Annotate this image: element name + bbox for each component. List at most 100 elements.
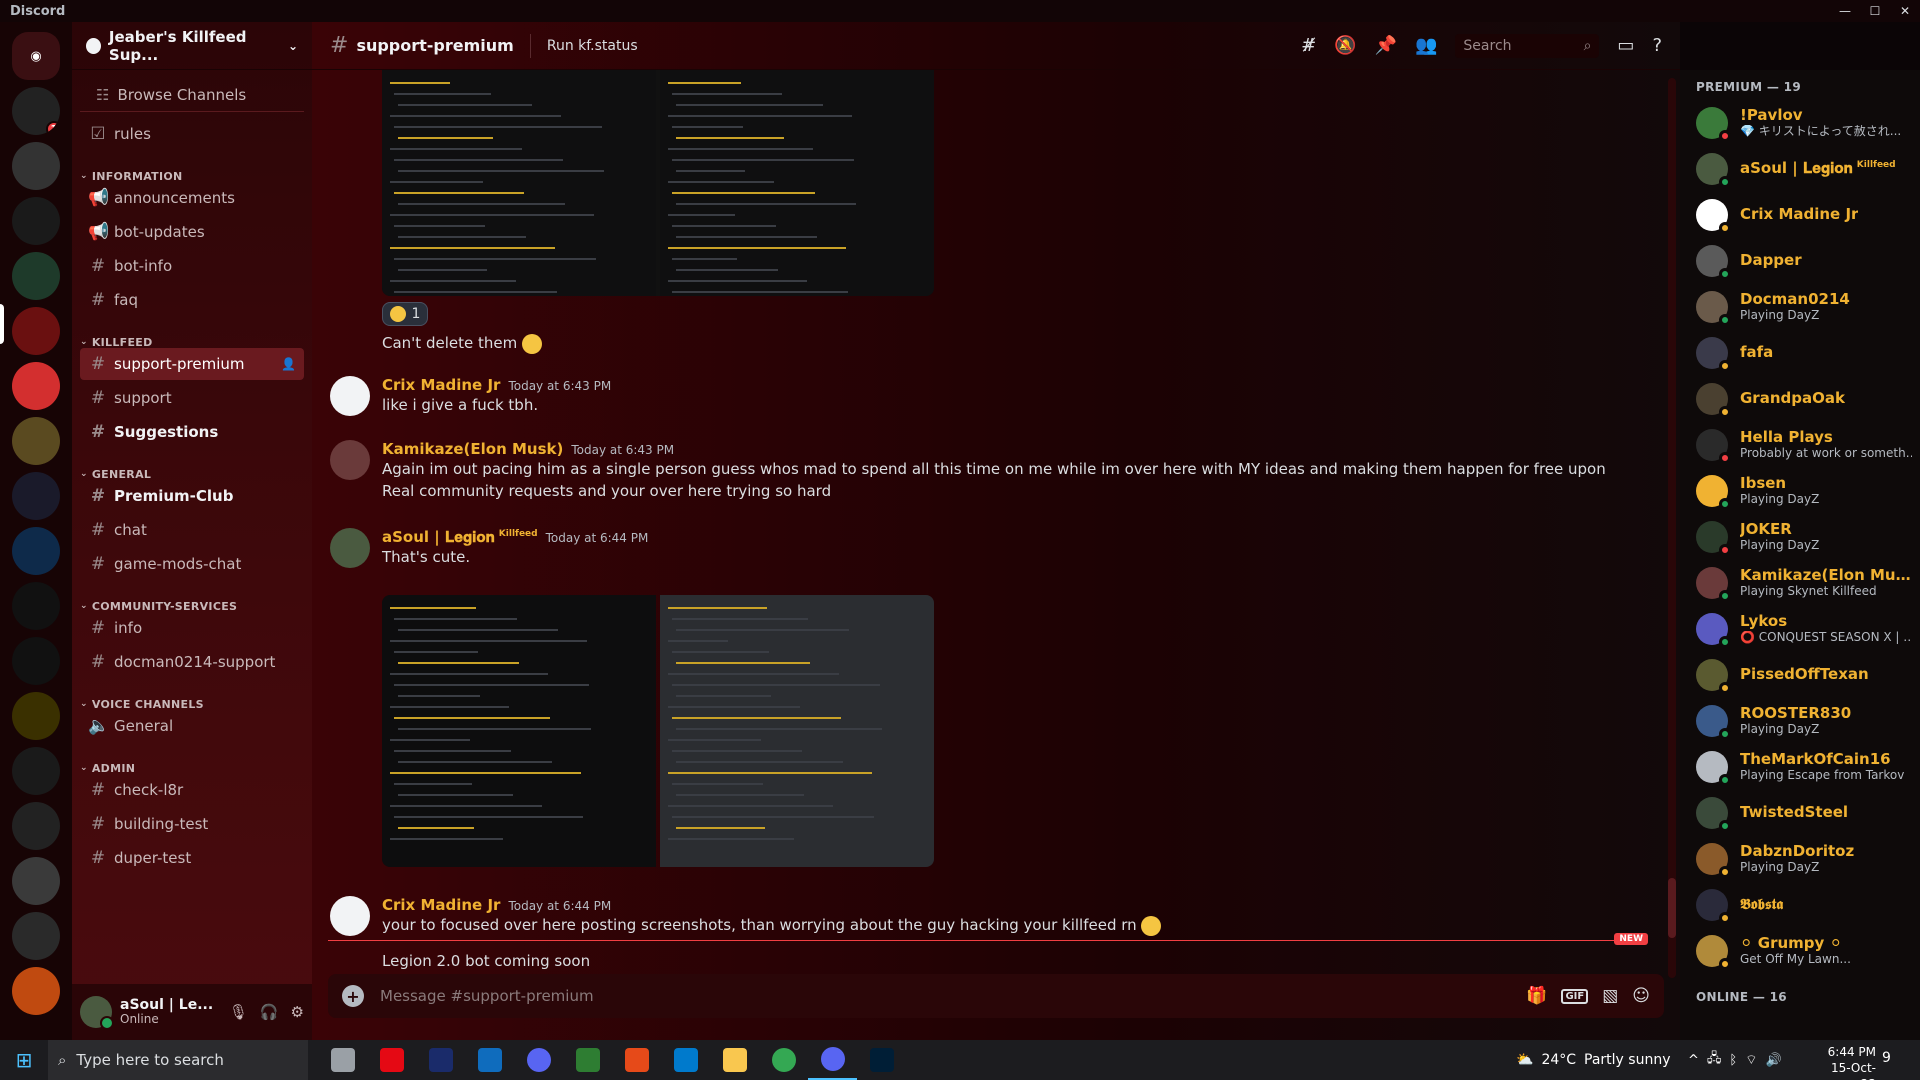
channel-category[interactable]: ⌄ GENERAL (72, 454, 312, 481)
pin-icon[interactable]: 📌 (1375, 35, 1397, 56)
server-icon[interactable] (12, 802, 60, 850)
message-composer[interactable]: + Message #support-premium 🎁 GIF ▧ ☺ (328, 974, 1664, 1018)
scrollbar[interactable] (1668, 78, 1676, 978)
server-icon[interactable] (12, 252, 60, 300)
member-item[interactable]: Docman0214 Playing DayZ (1680, 284, 1920, 330)
channel-item-rules[interactable]: ☑ rules (80, 118, 304, 150)
disney-plus-icon[interactable] (416, 1040, 465, 1080)
invite-member-icon[interactable]: 👤 (281, 357, 296, 371)
bluetooth-icon[interactable]: ᛒ (1729, 1053, 1737, 1068)
member-item[interactable]: TheMarkOfCain16 Playing Escape from Tarko… (1680, 744, 1920, 790)
channel-item-check-l8r[interactable]: # check-l8r (80, 774, 304, 806)
chevron-up-icon[interactable]: ^ (1688, 1053, 1699, 1068)
mute-bell-icon[interactable]: 🔕 (1334, 35, 1356, 56)
member-item[interactable]: Crix Madine Jr (1680, 192, 1920, 238)
member-item[interactable]: Dapper (1680, 238, 1920, 284)
channel-category[interactable]: ⌄ VOICE CHANNELS (72, 684, 312, 711)
channel-category[interactable]: ⌄ COMMUNITY-SERVICES (72, 586, 312, 613)
guild-header[interactable]: Jeaber's Killfeed Sup... ⌄ (72, 22, 312, 70)
hs-app-icon[interactable] (563, 1040, 612, 1080)
channel-item-bot-info[interactable]: # bot-info (80, 250, 304, 282)
message-attachment[interactable] (382, 70, 934, 296)
avatar[interactable] (330, 376, 370, 416)
channel-item-duper-test[interactable]: # duper-test (80, 842, 304, 874)
member-item[interactable]: Kamikaze(Elon Musk) Playing Skynet Killfe… (1680, 560, 1920, 606)
message-author[interactable]: aSoul | 𝐋𝐞𝐠𝐢𝐨𝐧 (382, 528, 495, 546)
gear-icon[interactable]: ⚙ (291, 1003, 304, 1021)
channel-item-docman0214-support[interactable]: # docman0214-support (80, 646, 304, 678)
screenshot-image[interactable] (382, 70, 656, 296)
member-item[interactable]: PissedOffTexan (1680, 652, 1920, 698)
screenshot-image[interactable] (382, 595, 656, 867)
server-icon[interactable] (12, 472, 60, 520)
headphones-icon[interactable]: 🎧 (260, 1003, 279, 1021)
channel-category[interactable]: ⌄ ADMIN (72, 748, 312, 775)
member-item[interactable]: !Pavlov 💎 キリストによって赦され... (1680, 100, 1920, 146)
server-icon[interactable] (12, 417, 60, 465)
member-item[interactable]: ⚪ Grumpy ⚪ Get Off My Lawn... (1680, 928, 1920, 974)
member-item[interactable]: DabznDoritoz Playing DayZ (1680, 836, 1920, 882)
member-item[interactable]: Hella Plays Probably at work or something… (1680, 422, 1920, 468)
screenshot-image[interactable] (660, 70, 934, 296)
chrome-icon[interactable] (759, 1040, 808, 1080)
task-view-icon[interactable] (318, 1040, 367, 1080)
discord-active-icon[interactable] (808, 1040, 857, 1080)
sticker-icon[interactable]: ▧ (1602, 986, 1618, 1006)
server-icon[interactable] (12, 142, 60, 190)
server-icon[interactable] (12, 857, 60, 905)
avatar[interactable] (80, 996, 114, 1030)
avatar[interactable] (330, 440, 370, 480)
volume-icon[interactable]: 🔊 (1765, 1053, 1781, 1068)
windows-start-icon[interactable]: ⊞ (0, 1040, 48, 1080)
members-icon[interactable]: 👥 (1415, 35, 1437, 56)
server-icon[interactable] (12, 527, 60, 575)
channel-category[interactable]: ⌄ INFORMATION (72, 156, 312, 183)
weather-widget[interactable]: ⛅ 24°C Partly sunny (1516, 1040, 1671, 1080)
message-author[interactable]: Crix Madine Jr (382, 896, 500, 914)
member-item[interactable]: fafa (1680, 330, 1920, 376)
member-item[interactable]: 𝕭𝖔𝖇𝖘𝖙𝖆 (1680, 882, 1920, 928)
channel-item-support[interactable]: # support (80, 382, 304, 414)
member-item[interactable]: GrandpaOak (1680, 376, 1920, 422)
channel-item-info[interactable]: # info (80, 612, 304, 644)
search-input[interactable]: Search ⌕ (1455, 33, 1600, 58)
netflix-icon[interactable] (367, 1040, 416, 1080)
channel-item-bot-updates[interactable]: 📢 bot-updates (80, 216, 304, 248)
channel-item-premium-club[interactable]: # Premium-Club (80, 480, 304, 512)
server-icon[interactable] (12, 362, 60, 410)
member-item[interactable]: TwistedSteel (1680, 790, 1920, 836)
inbox-icon[interactable]: ▭ (1617, 35, 1634, 56)
server-icon[interactable] (12, 692, 60, 740)
minimize-icon[interactable]: — (1830, 0, 1860, 22)
outlook-icon[interactable] (465, 1040, 514, 1080)
taskbar-search-input[interactable]: ⌕ Type here to search (48, 1040, 308, 1080)
channel-category[interactable]: ⌄ KILLFEED (72, 322, 312, 349)
server-icon[interactable] (12, 307, 60, 355)
message-author[interactable]: Crix Madine Jr (382, 376, 500, 394)
member-item[interactable]: ROOSTER830 Playing DayZ (1680, 698, 1920, 744)
avatar[interactable] (330, 896, 370, 936)
add-attachment-icon[interactable]: + (342, 985, 364, 1007)
chevron-down-icon[interactable]: ⌄ (288, 39, 298, 53)
server-icon[interactable] (12, 582, 60, 630)
channel-item-game-mods-chat[interactable]: # game-mods-chat (80, 548, 304, 580)
discord-icon[interactable] (514, 1040, 563, 1080)
channel-item-general[interactable]: 🔈 General (80, 710, 304, 742)
server-icon[interactable] (12, 967, 60, 1015)
discord-home-icon[interactable]: ◉ (12, 32, 60, 80)
message-input[interactable]: Message #support-premium (380, 987, 594, 1005)
network-icon[interactable]: 🖧 (1707, 1049, 1722, 1071)
server-icon[interactable]: 1 (12, 87, 60, 135)
channel-item-chat[interactable]: # chat (80, 514, 304, 546)
maximize-icon[interactable]: ☐ (1860, 0, 1890, 22)
message-author[interactable]: Kamikaze(Elon Musk) (382, 440, 563, 458)
vscode-icon[interactable] (661, 1040, 710, 1080)
scrollbar-thumb[interactable] (1668, 878, 1676, 938)
browse-channels[interactable]: ☷ Browse Channels (80, 78, 304, 112)
notification-icon[interactable]: 9 (1882, 1050, 1891, 1066)
member-item[interactable]: Ibsen Playing DayZ (1680, 468, 1920, 514)
server-icon[interactable] (12, 197, 60, 245)
gift-icon[interactable]: 🎁 (1526, 986, 1547, 1006)
avatar[interactable] (330, 528, 370, 568)
channel-item-support-premium[interactable]: # support-premium 👤 (80, 348, 304, 380)
